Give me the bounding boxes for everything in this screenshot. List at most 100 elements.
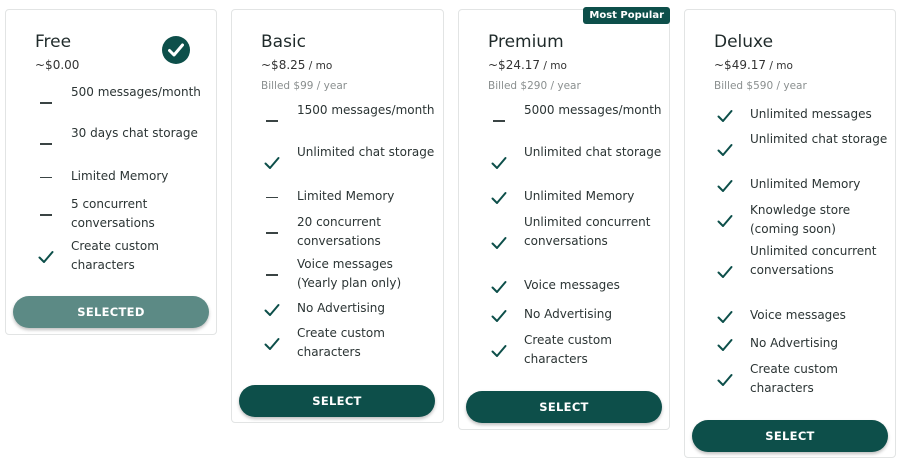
feature-text: 20 concurrent conversations [297,215,381,248]
plan-name: Free [35,32,72,52]
feature-item: Create custom characters [685,360,895,398]
check-icon [717,309,733,323]
feature-item: Create custom characters [232,324,443,362]
select-button[interactable]: SELECT [239,385,435,417]
check-icon [491,190,507,204]
price-unit: / mo [305,60,333,72]
billing-note: Billed $99 / year [261,80,348,92]
feature-item: Unlimited Memory [685,175,895,194]
feature-item: Unlimited chat storage [459,143,669,181]
check-icon [264,336,280,350]
feature-text: Create custom characters [750,362,838,395]
feature-item: No Advertising [459,305,669,324]
plan-name: Basic [261,32,307,52]
feature-text: Unlimited messages [750,107,872,121]
feature-item: 1500 messages/month [232,101,443,139]
most-popular-badge: Most Popular [583,7,670,24]
price-value: ~$24.17 [488,58,541,72]
check-icon [491,343,507,357]
feature-item: Limited Memory [6,167,216,186]
feature-text: No Advertising [750,336,839,350]
check-icon [717,178,733,192]
feature-text: Unlimited concurrent conversations [750,244,877,277]
select-button[interactable]: SELECT [692,420,888,452]
feature-text: 5000 messages/month [524,103,662,117]
feature-text: Unlimited chat storage [297,145,435,159]
plan-price: ~$49.17 / mo [714,58,793,72]
feature-item: 30 days chat storage [6,124,216,162]
feature-text: Voice messages [524,278,620,292]
feature-text: Unlimited Memory [524,189,635,203]
feature-text: Knowledge store (coming soon) [750,203,851,236]
dash-icon [266,120,278,122]
feature-item: Unlimited chat storage [685,130,895,168]
feature-text: Unlimited chat storage [524,145,662,159]
price-unit: / mo [766,60,793,72]
dash-icon [40,102,52,104]
check-icon [717,108,733,122]
check-icon [491,308,507,322]
price-unit: / mo [540,60,567,72]
dash-icon [266,274,278,276]
feature-item: Create custom characters [459,331,669,369]
feature-item: Unlimited concurrent conversations [685,242,895,299]
feature-item: No Advertising [685,334,895,353]
price-value: ~$8.25 [261,58,306,72]
price-value: ~$0.00 [35,58,80,72]
check-icon [717,372,733,386]
feature-text: 30 days chat storage [71,126,198,140]
feature-text: 5 concurrent conversations [71,197,155,230]
dash-icon [40,176,52,178]
feature-text: 500 messages/month [71,85,201,99]
feature-item: Unlimited Memory [459,187,669,206]
check-icon [491,279,507,293]
feature-item: Knowledge store (coming soon) [685,201,895,239]
check-icon [264,155,280,169]
plan-card-free: Free ~$0.00 500 messages/month 30 days ch… [5,9,217,335]
dash-icon [266,232,278,234]
select-button[interactable]: SELECT [466,391,662,423]
check-icon [491,155,507,169]
dash-icon [40,214,52,216]
feature-text: Limited Memory [71,169,169,183]
billing-note: Billed $590 / year [714,80,807,92]
feature-text: Create custom characters [524,333,612,366]
check-icon [491,235,507,249]
plan-card-premium: Most Popular Premium ~$24.17 / mo Billed… [458,7,670,430]
dash-icon [493,120,505,122]
selected-button[interactable]: SELECTED [13,296,209,328]
check-icon [717,337,733,351]
plan-card-basic: Basic ~$8.25 / mo Billed $99 / year 1500… [231,9,444,423]
plan-card-deluxe: Deluxe ~$49.17 / mo Billed $590 / year U… [684,9,896,458]
feature-text: No Advertising [297,301,386,315]
plan-name: Deluxe [714,32,774,52]
check-icon [38,249,54,263]
dash-icon [266,196,278,198]
feature-text: No Advertising [524,307,613,321]
feature-item: Voice messages (Yearly plan only) [232,255,443,293]
feature-text: Voice messages [750,308,846,322]
feature-text: Unlimited Memory [750,177,861,191]
feature-item: 20 concurrent conversations [232,213,443,251]
feature-item: Limited Memory [232,187,443,206]
current-plan-check-icon [162,36,190,64]
feature-item: Unlimited messages [685,105,895,124]
check-icon [717,142,733,156]
feature-text: Limited Memory [297,189,395,203]
plan-price: ~$0.00 [35,58,79,72]
feature-item: 5000 messages/month [459,101,669,139]
feature-item: 500 messages/month [6,83,216,121]
price-value: ~$49.17 [714,58,767,72]
dash-icon [40,143,52,145]
plan-price: ~$8.25 / mo [261,58,332,72]
feature-item: No Advertising [232,299,443,318]
feature-item: Create custom characters [6,237,216,275]
feature-item: Voice messages [685,306,895,325]
feature-text: Create custom characters [297,326,385,359]
feature-item: 5 concurrent conversations [6,195,216,233]
check-icon [717,213,733,227]
feature-text: Voice messages (Yearly plan only) [297,257,402,290]
billing-note: Billed $290 / year [488,80,581,92]
feature-item: Unlimited chat storage [232,143,443,181]
feature-item: Voice messages [459,276,669,295]
